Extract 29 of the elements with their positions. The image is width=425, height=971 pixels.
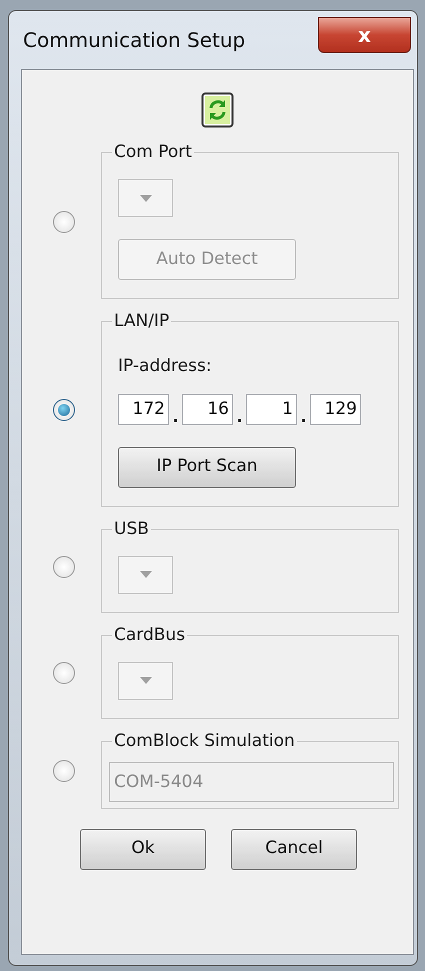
radio-button[interactable]: [53, 662, 75, 684]
group-title: USB: [113, 520, 150, 538]
close-button[interactable]: x: [318, 17, 411, 53]
dropdown[interactable]: [118, 556, 173, 594]
caret-icon: [140, 194, 152, 202]
group-title: LAN/IP: [113, 313, 170, 330]
radio-button[interactable]: [53, 398, 75, 421]
caret-icon: [140, 571, 152, 578]
ip-separator: .: [171, 408, 180, 424]
window-title: Communication Setup: [23, 27, 246, 54]
field-label: IP-address:: [118, 355, 213, 378]
radio-button[interactable]: [53, 210, 75, 232]
refresh-icon[interactable]: [200, 92, 234, 128]
cancel-button[interactable]: Cancel: [231, 828, 357, 870]
radio-button[interactable]: [53, 556, 75, 578]
ip-separator: .: [235, 408, 244, 424]
ip-octet-field[interactable]: 16: [182, 394, 233, 424]
scan-button[interactable]: IP Port Scan: [118, 446, 296, 488]
ip-separator: .: [299, 408, 308, 424]
ip-octet-field[interactable]: 172: [118, 394, 169, 424]
group-title: CardBus: [113, 626, 186, 644]
dropdown[interactable]: [118, 662, 173, 700]
ok-button[interactable]: Ok: [80, 828, 206, 870]
ip-octet-field[interactable]: 1: [246, 394, 297, 424]
group-title: ComBlock Simulation: [113, 732, 296, 750]
dropdown[interactable]: [118, 179, 173, 217]
ip-octet-field[interactable]: 129: [310, 394, 361, 424]
group-title: Com Port: [113, 144, 193, 161]
caret-icon: [140, 677, 152, 684]
